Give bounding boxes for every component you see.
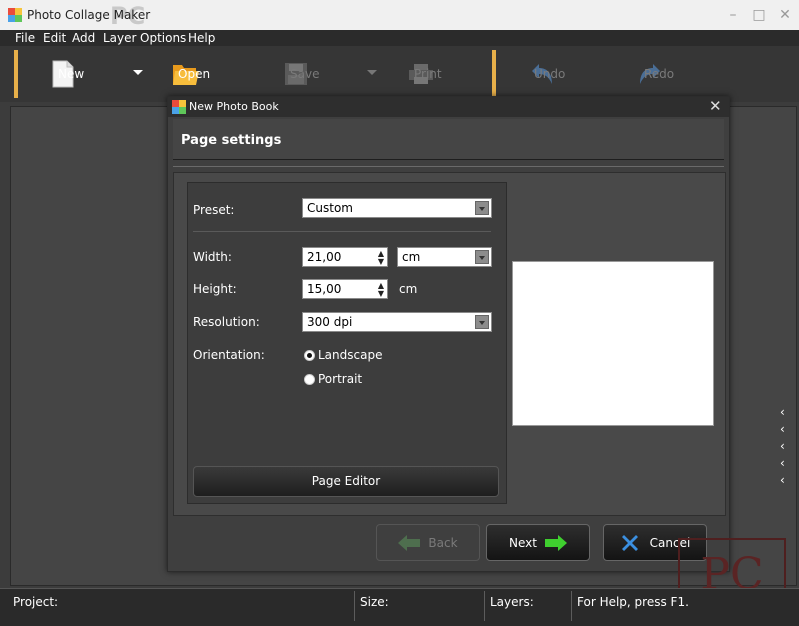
unit-value: cm: [402, 250, 421, 264]
menu-edit[interactable]: Edit: [43, 30, 66, 46]
app-icon: [172, 100, 186, 114]
spin-up-icon[interactable]: ▲: [378, 282, 384, 290]
chevron-left-icon[interactable]: ‹: [780, 472, 785, 489]
landscape-label[interactable]: Landscape: [318, 348, 382, 362]
app-icon: [8, 8, 22, 22]
status-help: For Help, press F1.: [577, 595, 689, 609]
unit-select[interactable]: cm: [397, 247, 492, 267]
width-label: Width:: [193, 250, 232, 264]
menu-file[interactable]: File: [15, 30, 35, 46]
page-editor-button[interactable]: Page Editor: [193, 466, 499, 497]
toolbar: New Open Save Print Undo Redo: [0, 46, 799, 102]
height-unit-label: cm: [399, 282, 418, 296]
save-dropdown-arrow[interactable]: [367, 70, 377, 75]
spin-down-icon[interactable]: ▼: [378, 290, 384, 298]
dialog-header: Page settings: [173, 119, 724, 160]
preset-select[interactable]: Custom: [302, 198, 492, 218]
preset-label: Preset:: [193, 203, 235, 217]
chevron-left-icon[interactable]: ‹: [780, 438, 785, 455]
undo-label: Undo: [534, 67, 566, 81]
landscape-radio[interactable]: [304, 350, 315, 361]
dialog-body: Preset: Custom Width: 21,00 ▲ ▼ cm Heigh…: [173, 172, 726, 516]
orientation-label: Orientation:: [193, 348, 265, 362]
dialog-close-icon[interactable]: ✕: [709, 97, 722, 115]
minimize-button[interactable]: –: [720, 5, 746, 25]
divider: [173, 166, 724, 167]
cancel-x-icon: [621, 534, 638, 551]
open-button[interactable]: Open: [172, 56, 210, 92]
width-value: 21,00: [307, 250, 342, 264]
height-label: Height:: [193, 282, 237, 296]
status-project: Project:: [13, 595, 59, 609]
new-photo-book-dialog: New Photo Book ✕ Page settings Preset: C…: [167, 96, 730, 572]
chevron-left-icon[interactable]: ‹: [780, 455, 785, 472]
new-label: New: [58, 67, 85, 81]
print-button[interactable]: Print: [408, 56, 442, 92]
status-layers: Layers:: [490, 595, 534, 609]
height-value: 15,00: [307, 282, 342, 296]
toolbar-separator: [14, 50, 18, 98]
maximize-button[interactable]: □: [746, 5, 772, 25]
next-button[interactable]: Next: [486, 524, 590, 561]
preset-value: Custom: [307, 201, 353, 215]
page-preview: [512, 261, 714, 426]
spin-up-icon[interactable]: ▲: [378, 250, 384, 258]
menu-add[interactable]: Add: [72, 30, 95, 46]
arrow-right-icon: [544, 534, 567, 551]
page-settings-heading: Page settings: [181, 133, 282, 148]
chevron-down-icon[interactable]: [475, 250, 489, 264]
save-label: Save: [290, 67, 320, 81]
status-bar: Project: Size: Layers: For Help, press F…: [0, 588, 799, 626]
menu-options[interactable]: Options: [140, 30, 186, 46]
resolution-select[interactable]: 300 dpi: [302, 312, 492, 332]
spin-down-icon[interactable]: ▼: [378, 258, 384, 266]
undo-button[interactable]: Undo: [528, 56, 565, 92]
width-spinbox[interactable]: 21,00 ▲ ▼: [302, 247, 388, 267]
chevron-left-icon[interactable]: ‹: [780, 421, 785, 438]
status-divider: [354, 591, 355, 621]
chevron-left-icon[interactable]: ‹: [780, 404, 785, 421]
open-label: Open: [178, 67, 211, 81]
dialog-title-bar: New Photo Book ✕: [168, 97, 729, 117]
resolution-value: 300 dpi: [307, 315, 353, 329]
window-title-bar: PC Photo Collage Maker – □ ✕: [0, 0, 799, 31]
close-button[interactable]: ✕: [772, 5, 798, 25]
status-size: Size:: [360, 595, 389, 609]
menu-layer[interactable]: Layer: [103, 30, 136, 46]
menu-bar: File Edit Add Layer Options Help: [0, 30, 799, 46]
new-dropdown-arrow[interactable]: [133, 70, 143, 75]
chevron-down-icon[interactable]: [475, 315, 489, 329]
portrait-radio[interactable]: [304, 374, 315, 385]
side-panel-chevrons[interactable]: ‹ ‹ ‹ ‹ ‹: [780, 404, 785, 489]
save-button[interactable]: Save: [284, 56, 319, 92]
status-divider: [484, 591, 485, 621]
window-title: Photo Collage Maker: [27, 8, 151, 22]
back-button[interactable]: Back: [376, 524, 480, 561]
chevron-down-icon[interactable]: [475, 201, 489, 215]
next-label: Next: [509, 535, 537, 550]
height-spinbox[interactable]: 15,00 ▲ ▼: [302, 279, 388, 299]
redo-button[interactable]: Redo: [638, 56, 674, 92]
redo-label: Redo: [644, 67, 675, 81]
print-label: Print: [414, 67, 442, 81]
divider: [193, 231, 491, 232]
new-button[interactable]: New: [52, 56, 84, 92]
arrow-left-icon: [398, 534, 421, 551]
portrait-label[interactable]: Portrait: [318, 372, 362, 386]
resolution-label: Resolution:: [193, 315, 260, 329]
dialog-title: New Photo Book: [189, 100, 279, 113]
status-divider: [571, 591, 572, 621]
settings-panel: Preset: Custom Width: 21,00 ▲ ▼ cm Heigh…: [187, 182, 507, 504]
toolbar-separator: [492, 50, 496, 98]
menu-help[interactable]: Help: [188, 30, 215, 46]
back-label: Back: [428, 535, 458, 550]
